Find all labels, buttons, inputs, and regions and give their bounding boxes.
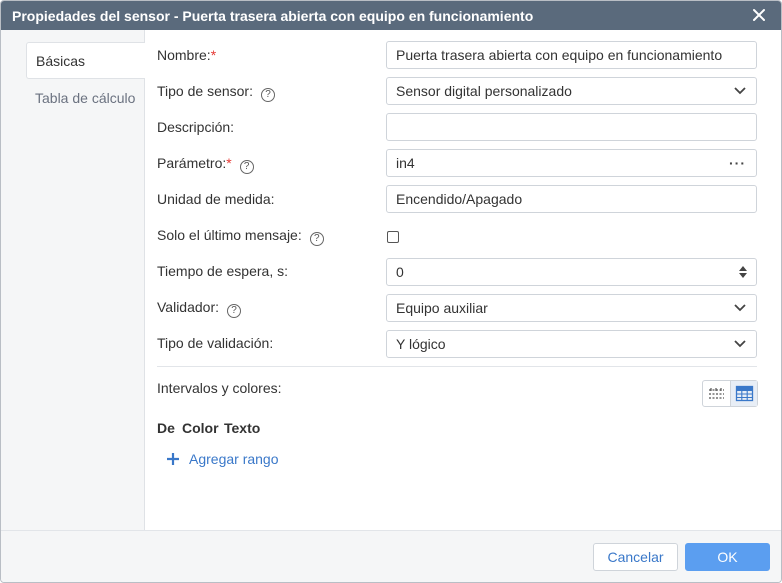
- parameter-label: Parámetro:*?: [157, 155, 254, 174]
- name-label: Nombre:*: [157, 47, 217, 63]
- intervals-label: Intervalos y colores:: [157, 380, 282, 396]
- table-view-icon: [735, 385, 754, 402]
- close-icon[interactable]: [751, 7, 767, 23]
- more-options-icon[interactable]: ···: [729, 150, 746, 176]
- validation-type-value: Y lógico: [396, 336, 446, 352]
- parameter-value: in4: [396, 155, 415, 171]
- form-panel: Nombre:* Puerta trasera abierta con equi…: [145, 30, 781, 530]
- cancel-button[interactable]: Cancelar: [593, 543, 678, 571]
- spinner-arrows-icon[interactable]: [739, 265, 747, 279]
- table-view-button[interactable]: [730, 381, 757, 406]
- chevron-down-icon: [734, 340, 746, 348]
- last-message-label: Solo el último mensaje:?: [157, 227, 324, 246]
- required-marker: *: [210, 47, 217, 63]
- title-bar: Propiedades del sensor - Puerta trasera …: [1, 1, 781, 30]
- dialog-title: Propiedades del sensor - Puerta trasera …: [12, 8, 534, 24]
- unit-input[interactable]: Encendido/Apagado: [386, 185, 757, 213]
- name-input[interactable]: Puerta trasera abierta con equipo en fun…: [386, 41, 757, 69]
- dialog-footer: Cancelar OK: [1, 530, 781, 582]
- tab-sidebar: Básicas Tabla de cálculo: [1, 30, 146, 530]
- tab-tabla-de-calculo[interactable]: Tabla de cálculo: [26, 80, 145, 117]
- ok-button[interactable]: OK: [685, 543, 770, 571]
- validation-type-select[interactable]: Y lógico: [386, 330, 757, 358]
- tab-basicas[interactable]: Básicas: [26, 42, 146, 79]
- validator-label: Validador:?: [157, 299, 242, 318]
- last-message-checkbox[interactable]: [387, 231, 399, 243]
- help-icon[interactable]: ?: [309, 232, 324, 246]
- column-header-text: Texto: [224, 420, 261, 436]
- add-range-button[interactable]: Agregar rango: [166, 451, 279, 469]
- description-label: Descripción:: [157, 119, 235, 135]
- column-header-color: Color: [182, 420, 219, 436]
- validation-type-label: Tipo de validación:: [157, 335, 274, 351]
- intervals-view-toggle: [702, 380, 758, 407]
- help-icon[interactable]: ?: [239, 160, 254, 174]
- sensor-type-label: Tipo de sensor:?: [157, 83, 275, 102]
- column-header-from: De: [157, 420, 175, 436]
- timeout-label: Tiempo de espera, s:: [157, 263, 288, 279]
- sensor-type-value: Sensor digital personalizado: [396, 83, 572, 99]
- sensor-type-select[interactable]: Sensor digital personalizado: [386, 77, 757, 105]
- section-divider: [157, 366, 757, 367]
- unit-label: Unidad de medida:: [157, 191, 275, 207]
- plus-icon: [167, 453, 179, 465]
- required-marker: *: [226, 155, 232, 171]
- timeout-value: 0: [396, 264, 404, 280]
- add-range-label: Agregar rango: [189, 451, 279, 467]
- timeout-stepper[interactable]: 0: [386, 258, 757, 286]
- parameter-input[interactable]: in4 ···: [386, 149, 757, 177]
- sensor-properties-dialog: Propiedades del sensor - Puerta trasera …: [0, 0, 782, 583]
- chevron-down-icon: [734, 87, 746, 95]
- help-icon[interactable]: ?: [227, 304, 242, 318]
- help-icon[interactable]: ?: [260, 88, 275, 102]
- chevron-down-icon: [734, 304, 746, 312]
- validator-select[interactable]: Equipo auxiliar: [386, 294, 757, 322]
- scale-view-button[interactable]: [703, 381, 730, 406]
- description-input[interactable]: [386, 113, 757, 141]
- scale-view-icon: [709, 388, 724, 399]
- validator-value: Equipo auxiliar: [396, 300, 488, 316]
